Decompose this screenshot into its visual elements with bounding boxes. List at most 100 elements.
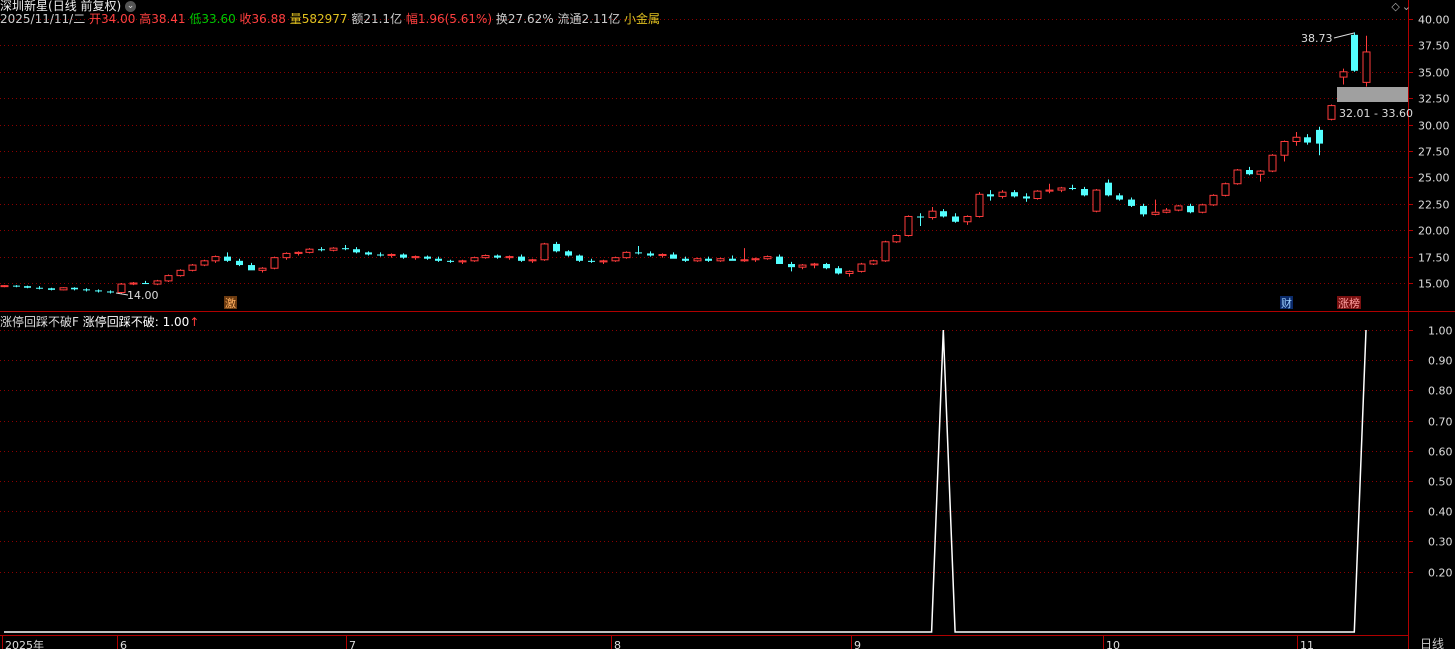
- indicator-tick-label: 1.00: [1428, 325, 1453, 338]
- diamond-icon[interactable]: ◇: [1391, 0, 1399, 13]
- candle-body-down: [342, 248, 349, 250]
- candle-body-up: [751, 258, 760, 261]
- candle-body-up: [305, 248, 314, 253]
- candlestick-series[interactable]: [0, 32, 1371, 294]
- candle-body-up: [810, 263, 819, 266]
- candle-body-up: [1174, 205, 1183, 211]
- candle-body-down: [835, 268, 842, 274]
- candle-body-up: [1268, 154, 1277, 172]
- event-tag-zhangban-label: 涨榜: [1338, 296, 1360, 310]
- quote-header: 深圳新星(日线 前复权) ⌄ 2025/11/11/二 开34.00 高38.4…: [0, 0, 660, 26]
- candle-body-up: [1280, 140, 1289, 156]
- candle-body-down: [447, 260, 454, 262]
- candle-body-down: [588, 260, 595, 262]
- candle-body-up: [1327, 105, 1336, 120]
- indicator-tick-label: 0.70: [1428, 416, 1453, 429]
- candle-body-up: [763, 256, 772, 260]
- candle-body-down: [1116, 195, 1123, 200]
- price-tick-label: 27.50: [1418, 146, 1450, 159]
- candle-body-down: [71, 287, 78, 290]
- candle-body-down: [705, 258, 712, 261]
- mode-dropdown-icon[interactable]: ⌄: [125, 1, 137, 12]
- candle-body-down: [24, 286, 31, 288]
- candle-body-up: [1033, 190, 1042, 200]
- candle-body-down: [940, 211, 947, 217]
- candle-body-down: [494, 255, 501, 258]
- candle-body-up: [928, 210, 937, 219]
- candle-body-down: [353, 249, 360, 253]
- candle-body-up: [975, 193, 984, 217]
- candle-body-up: [387, 253, 396, 257]
- candle-body-up: [869, 260, 878, 265]
- quote-field: 小金属: [620, 12, 661, 26]
- indicator-header: 涨停回踩不破F 涨停回踩不破: 1.00↑: [0, 313, 200, 329]
- candle-body-up: [1221, 183, 1230, 196]
- period-button[interactable]: 日线: [1420, 637, 1444, 649]
- candle-body-up: [200, 260, 209, 266]
- indicator-axis: 1.00 0.90 0.80 0.70 0.60 0.50 0.40 0.30 0.20: [1408, 325, 1453, 580]
- quote-field: 量582977: [285, 12, 348, 26]
- quote-field: 开34.00: [85, 12, 136, 26]
- stock-chart[interactable]: 40.00 37.50 35.00 32.50 30.00 27.50 25.00 22.50…: [0, 0, 1455, 649]
- candle-body-up: [740, 259, 749, 262]
- candle-body-down: [1351, 34, 1358, 71]
- candle-body-up: [693, 258, 702, 262]
- quote-field: 低33.60: [185, 12, 236, 26]
- gap-zone[interactable]: [1337, 87, 1408, 102]
- quote-values: 2025/11/11/二 开34.00 高38.41 低33.60 收36.88…: [0, 13, 660, 26]
- price-axis: 40.00 37.50 35.00 32.50 30.00 27.50 25.00 22.50…: [1408, 14, 1450, 291]
- candle-body-up: [329, 247, 338, 251]
- candle-body-up: [540, 243, 549, 261]
- candle-body-down: [788, 263, 795, 268]
- candle-body-up: [1092, 189, 1101, 212]
- indicator-tick-label: 0.40: [1428, 506, 1453, 519]
- indicator-tick-label: 0.50: [1428, 476, 1453, 489]
- candle-body-up: [59, 287, 68, 291]
- indicator-tick-label: 0.90: [1428, 355, 1453, 368]
- candle-body-up: [294, 251, 303, 254]
- price-tick-label: 25.00: [1418, 172, 1450, 185]
- indicator-value: 涨停回踩不破: 1.00: [82, 315, 190, 329]
- indicator-name[interactable]: 涨停回踩不破F: [0, 315, 79, 329]
- grid-lines: [0, 19, 1408, 573]
- candle-body-up: [1339, 71, 1348, 78]
- candle-body-down: [635, 252, 642, 254]
- candle-body-up: [481, 255, 490, 259]
- candle-body-down: [1011, 192, 1018, 197]
- candle-body-down: [400, 254, 407, 258]
- candle-body-down: [1187, 205, 1194, 213]
- candle-body-down: [729, 258, 736, 261]
- candle-body-down: [365, 252, 372, 255]
- candle-body-down: [95, 290, 102, 292]
- candle-body-down: [1140, 205, 1147, 215]
- candle-body-down: [952, 216, 959, 222]
- price-tick-label: 15.00: [1418, 278, 1450, 291]
- candle-body-down: [1081, 189, 1088, 196]
- candle-body-up: [857, 263, 866, 272]
- quote-field: 收36.88: [235, 12, 286, 26]
- quote-field: 换27.62%: [492, 12, 554, 26]
- candle-body-up: [129, 282, 138, 285]
- time-tick-label: 6: [120, 639, 127, 649]
- price-tick-label: 35.00: [1418, 67, 1450, 80]
- candle-body-down: [670, 254, 677, 259]
- candle-body-down: [1304, 137, 1311, 143]
- price-tick-label: 37.50: [1418, 40, 1450, 53]
- price-tick-label: 20.00: [1418, 225, 1450, 238]
- candle-body-down: [13, 285, 20, 287]
- quote-field: 流通2.11亿: [553, 12, 621, 26]
- candle-body-up: [270, 257, 279, 269]
- candle-body-up: [0, 285, 9, 288]
- indicator-up-arrow: ↑: [189, 315, 200, 329]
- candle-body-down: [553, 243, 560, 252]
- candle-body-up: [658, 253, 667, 257]
- candle-body-up: [716, 258, 725, 262]
- candle-body-down: [435, 258, 442, 261]
- chevron-down-icon[interactable]: ⌄: [1402, 0, 1411, 13]
- candle-body-up: [1292, 136, 1301, 142]
- indicator-tick-label: 0.30: [1428, 536, 1453, 549]
- quote-field: 额21.1亿: [347, 12, 403, 26]
- candle-body-down: [1105, 182, 1112, 196]
- event-tag-ji-label: 激: [225, 296, 236, 310]
- candle-body-down: [1069, 187, 1076, 190]
